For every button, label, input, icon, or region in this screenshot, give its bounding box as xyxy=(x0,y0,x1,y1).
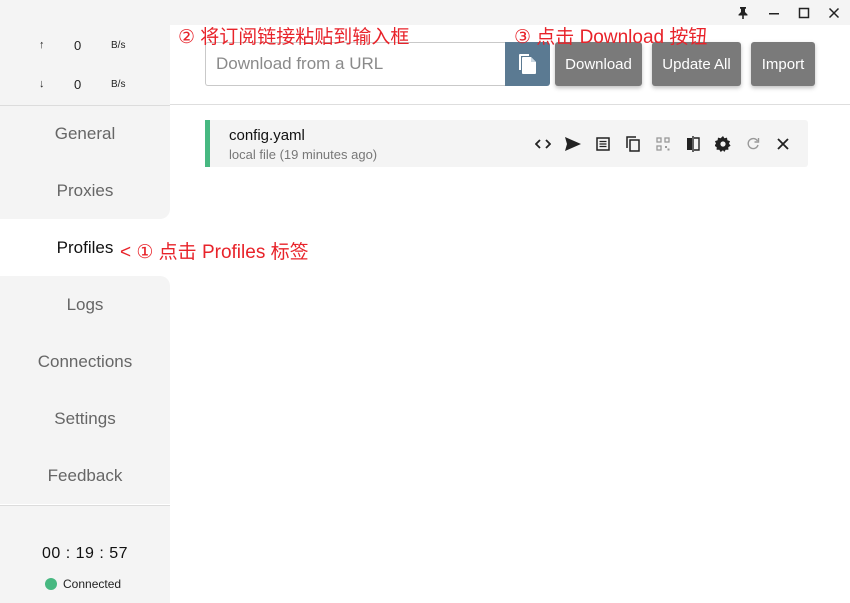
annotation-step2: ② 将订阅链接粘贴到输入框 xyxy=(178,27,410,48)
paste-icon xyxy=(518,54,536,74)
gear-icon[interactable] xyxy=(712,133,734,155)
compare-icon[interactable] xyxy=(682,133,704,155)
maximize-icon[interactable] xyxy=(790,0,818,25)
copy-icon[interactable] xyxy=(622,133,644,155)
download-speed: ↓ 0 B/s xyxy=(0,75,170,95)
connection-status: Connected xyxy=(45,577,121,591)
upload-value: 0 xyxy=(74,38,82,53)
sidebar: ↑ 0 B/s ↓ 0 B/s General Proxies Profiles… xyxy=(0,25,170,603)
nav-group-top: General Proxies xyxy=(0,105,170,219)
minimize-icon[interactable] xyxy=(760,0,788,25)
list-icon[interactable] xyxy=(592,133,614,155)
title-bar xyxy=(0,0,850,25)
refresh-icon[interactable] xyxy=(742,133,764,155)
download-unit: B/s xyxy=(111,79,126,90)
qrcode-icon[interactable] xyxy=(652,133,674,155)
nav-item-connections[interactable]: Connections xyxy=(0,333,170,390)
download-value: 0 xyxy=(74,77,82,92)
divider xyxy=(170,104,850,105)
upload-arrow-icon: ↑ xyxy=(39,39,45,51)
profile-meta: local file (19 minutes ago) xyxy=(229,147,378,162)
annotation-step1: < ① 点击 Profiles 标签 xyxy=(120,242,309,263)
code-icon[interactable] xyxy=(532,133,554,155)
connection-status-label: Connected xyxy=(63,577,122,591)
nav-item-settings[interactable]: Settings xyxy=(0,390,170,447)
pin-icon[interactable] xyxy=(729,0,757,25)
selected-indicator xyxy=(205,120,210,167)
divider xyxy=(0,505,170,506)
nav-item-general[interactable]: General xyxy=(0,105,170,162)
close-icon[interactable] xyxy=(820,0,848,25)
delete-icon[interactable] xyxy=(772,133,794,155)
annotation-step3: ③ 点击 Download 按钮 xyxy=(514,27,708,48)
upload-unit: B/s xyxy=(111,40,126,51)
status-dot-icon xyxy=(45,578,57,590)
import-button[interactable]: Import xyxy=(751,42,815,86)
download-arrow-icon: ↓ xyxy=(39,78,45,90)
profile-card[interactable]: config.yaml local file (19 minutes ago) xyxy=(205,120,808,167)
nav-item-feedback[interactable]: Feedback xyxy=(0,447,170,504)
nav-group-bottom: Logs Connections Settings Feedback xyxy=(0,276,170,504)
traffic-speed-panel: ↑ 0 B/s ↓ 0 B/s xyxy=(0,25,170,105)
uptime-clock: 00 : 19 : 57 xyxy=(41,545,129,562)
profile-name: config.yaml xyxy=(229,127,305,144)
upload-speed: ↑ 0 B/s xyxy=(0,36,170,56)
nav-item-proxies[interactable]: Proxies xyxy=(0,162,170,219)
status-panel: 00 : 19 : 57 Connected xyxy=(0,505,170,603)
nav-item-logs[interactable]: Logs xyxy=(0,276,170,333)
send-icon[interactable] xyxy=(562,133,584,155)
